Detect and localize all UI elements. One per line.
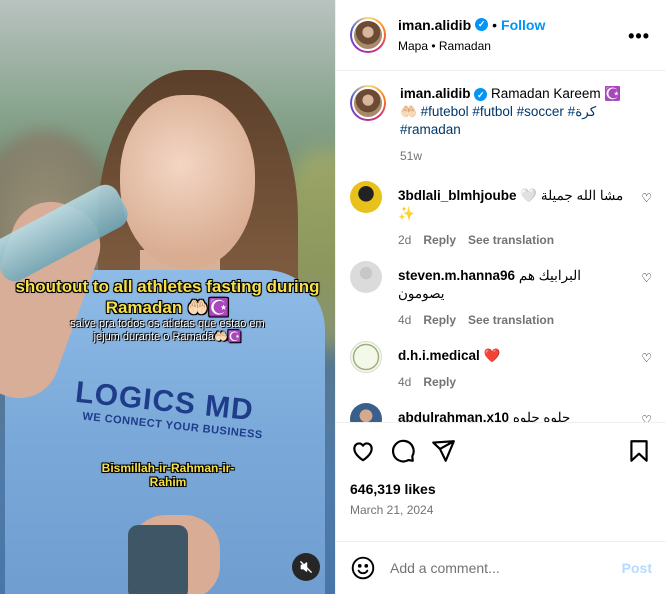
add-comment-bar: Post: [336, 541, 666, 594]
share-button[interactable]: [430, 438, 456, 464]
follow-button[interactable]: Follow: [501, 17, 545, 33]
reply-button[interactable]: Reply: [423, 373, 456, 391]
post-date: March 21, 2024: [350, 503, 434, 518]
see-translation-link[interactable]: See translation: [468, 311, 554, 329]
action-icons: [350, 433, 652, 469]
video-caption-bismillah: Bismillah-ir-Rahman-ir-Rahim: [101, 461, 235, 489]
location[interactable]: Mapa • Ramadan: [398, 39, 545, 53]
athlete-face: [120, 95, 255, 270]
post-header: iman.alidib ✓ • Follow Mapa • Ramadan ••…: [336, 0, 666, 71]
comment-item: abdulrahman.x10 حلوه حلوه ♡: [350, 402, 652, 423]
avatar-image: [352, 18, 384, 51]
comments-list[interactable]: iman.alidib ✓ Ramadan Kareem ☪️ 🤲🏻 #fute…: [336, 71, 666, 423]
commenter-avatar[interactable]: [350, 402, 382, 423]
caption-body: iman.alidib ✓ Ramadan Kareem ☪️ 🤲🏻 #fute…: [400, 85, 621, 165]
like-comment-icon[interactable]: ♡: [641, 413, 652, 423]
comment-item: 3bdlali_blmhjoube مشا الله جميلة 🤍 ✨ 2d …: [350, 180, 652, 249]
comment-body: d.h.i.medical ❤️ 4d Reply: [398, 347, 628, 391]
avatar-image: [352, 86, 384, 119]
save-button[interactable]: [626, 438, 652, 464]
comment-age: 4d: [398, 312, 412, 327]
reply-button[interactable]: Reply: [423, 231, 456, 249]
comment-body: 3bdlali_blmhjoube مشا الله جميلة 🤍 ✨ 2d …: [398, 187, 628, 249]
video-caption-sub: salve pra todos os atletas que estao em …: [70, 318, 265, 343]
header-row: iman.alidib ✓ • Follow: [398, 17, 545, 33]
mute-button[interactable]: [292, 553, 320, 581]
caption-hashtag-ramadan[interactable]: #ramadan: [400, 121, 621, 139]
comment-username[interactable]: 3bdlali_blmhjoube: [398, 188, 517, 203]
caption-text: Ramadan Kareem ☪️: [491, 85, 622, 101]
comment-age: 2d: [398, 232, 412, 247]
comment-icon: [392, 440, 415, 463]
comment-text: ❤️: [483, 347, 501, 363]
comment-body: abdulrahman.x10 حلوه حلوه: [398, 409, 628, 423]
comment-item: d.h.i.medical ❤️ 4d Reply ♡: [350, 340, 652, 391]
comment-age: 4d: [398, 374, 412, 389]
smiley-icon: [351, 556, 375, 580]
header-username[interactable]: iman.alidib: [398, 17, 471, 33]
send-icon: [432, 440, 455, 463]
like-button[interactable]: [350, 438, 376, 464]
caption-emoji: 🤲🏻: [400, 103, 417, 119]
comment-button[interactable]: [390, 438, 416, 464]
avatar[interactable]: [350, 16, 386, 53]
post-media[interactable]: LOGICS MD WE CONNECT YOUR BUSINESS shout…: [0, 0, 335, 594]
like-comment-icon[interactable]: ♡: [641, 271, 652, 285]
caption-username[interactable]: iman.alidib: [400, 86, 471, 101]
commenter-avatar[interactable]: [350, 180, 382, 213]
comment-input[interactable]: [390, 560, 622, 577]
post-actions: 646,319 likes March 21, 2024: [336, 422, 666, 541]
comment-meta: 4d Reply See translation: [398, 311, 628, 329]
comment-username[interactable]: steven.m.hanna96: [398, 268, 515, 283]
post-side-panel: iman.alidib ✓ • Follow Mapa • Ramadan ••…: [335, 0, 666, 594]
likes-count[interactable]: 646,319 likes: [350, 481, 652, 497]
post-comment-button[interactable]: Post: [622, 560, 652, 576]
comment-body: steven.m.hanna96 البرابيك هم يصومون 4d R…: [398, 267, 628, 329]
comment-username[interactable]: abdulrahman.x10: [398, 410, 509, 423]
caption-avatar[interactable]: [350, 84, 386, 121]
caption-age: 51w: [400, 148, 423, 163]
heart-icon: [353, 442, 373, 462]
more-options-icon[interactable]: •••: [628, 26, 650, 47]
separator-dot: •: [492, 16, 498, 33]
header-text: iman.alidib ✓ • Follow Mapa • Ramadan: [398, 17, 545, 53]
video-caption-main: shoutout to all athletes fasting during …: [15, 277, 320, 317]
verified-icon: ✓: [474, 88, 488, 102]
comment-text: حلوه حلوه: [512, 409, 571, 423]
speaker-muted-icon: [300, 561, 312, 573]
see-translation-link[interactable]: See translation: [468, 231, 554, 249]
verified-icon: ✓: [475, 18, 489, 32]
comment-meta: 2d Reply See translation: [398, 231, 628, 249]
commenter-avatar[interactable]: [350, 340, 382, 373]
like-comment-icon[interactable]: ♡: [641, 351, 652, 365]
emoji-button[interactable]: [350, 555, 376, 581]
comment-meta: 4d Reply: [398, 373, 628, 391]
caption-hashtags[interactable]: #futebol #futbol #soccer #كرة: [421, 104, 597, 119]
cup: [128, 525, 188, 594]
commenter-avatar[interactable]: [350, 260, 382, 293]
reply-button[interactable]: Reply: [423, 311, 456, 329]
post-caption: iman.alidib ✓ Ramadan Kareem ☪️ 🤲🏻 #fute…: [350, 84, 652, 165]
comment-item: steven.m.hanna96 البرابيك هم يصومون 4d R…: [350, 260, 652, 329]
comment-username[interactable]: d.h.i.medical: [398, 348, 480, 363]
post-viewer: LOGICS MD WE CONNECT YOUR BUSINESS shout…: [0, 0, 666, 594]
bookmark-icon: [630, 440, 648, 463]
like-comment-icon[interactable]: ♡: [641, 191, 652, 205]
